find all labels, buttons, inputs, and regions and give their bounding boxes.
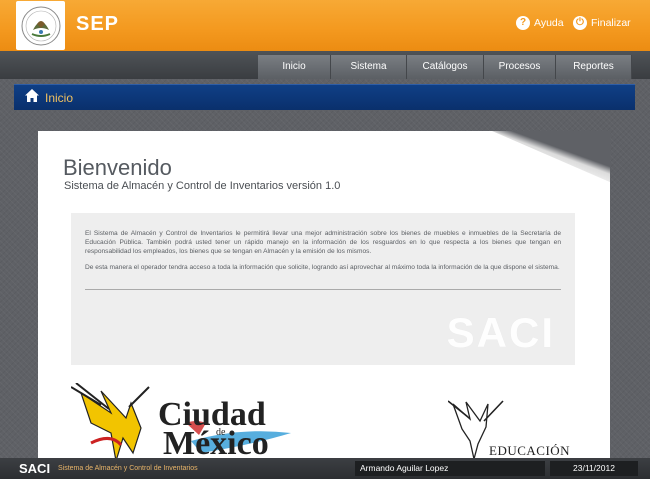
help-icon: ?: [516, 16, 530, 30]
logo-educacion-text: EDUCACIÓN: [489, 443, 571, 458]
nav-item-inicio[interactable]: Inicio: [258, 55, 331, 79]
info-box: El Sistema de Almacén y Control de Inven…: [71, 213, 575, 365]
footer-brand: SACI: [19, 461, 51, 476]
info-paragraph-1: El Sistema de Almacén y Control de Inven…: [85, 230, 561, 256]
help-link[interactable]: ? Ayuda: [516, 16, 564, 30]
nav-item-reportes[interactable]: Reportes: [556, 55, 632, 79]
page-subtitle: Sistema de Almacén y Control de Inventar…: [64, 180, 341, 192]
welcome-card: Bienvenido Sistema de Almacén y Control …: [38, 131, 610, 461]
footer-bar: SACI Sistema de Almacén y Control de Inv…: [0, 458, 650, 479]
home-icon[interactable]: [24, 88, 40, 108]
nav-item-catalogos[interactable]: Catálogos: [407, 55, 484, 79]
breadcrumb: Inicio: [14, 84, 635, 110]
divider: [85, 289, 561, 290]
page-title: Bienvenido: [63, 155, 172, 180]
current-date: 23/11/2012: [550, 461, 638, 476]
power-icon: ⏻: [573, 16, 587, 30]
breadcrumb-label[interactable]: Inicio: [45, 91, 73, 105]
logo-cdmx-line2: México: [163, 425, 269, 461]
info-paragraph-2: De esta manera el operador tendra acceso…: [85, 263, 560, 271]
main-navbar: Inicio Sistema Catálogos Procesos Report…: [0, 51, 650, 79]
current-user: Armando Aguilar Lopez: [355, 461, 545, 476]
logout-link[interactable]: ⏻ Finalizar: [573, 16, 631, 30]
saci-watermark: SACI: [446, 309, 555, 356]
nav-item-procesos[interactable]: Procesos: [484, 55, 556, 79]
page-curl-decoration: [492, 131, 610, 183]
nav-item-sistema[interactable]: Sistema: [331, 55, 407, 79]
mexico-seal-logo: [16, 1, 65, 50]
logout-label: Finalizar: [591, 17, 631, 29]
header: SEP ? Ayuda ⏻ Finalizar: [0, 0, 650, 51]
brand-title: SEP: [76, 13, 120, 35]
footer-subtitle: Sistema de Almacén y Control de Inventar…: [58, 465, 198, 472]
help-label: Ayuda: [534, 17, 564, 29]
